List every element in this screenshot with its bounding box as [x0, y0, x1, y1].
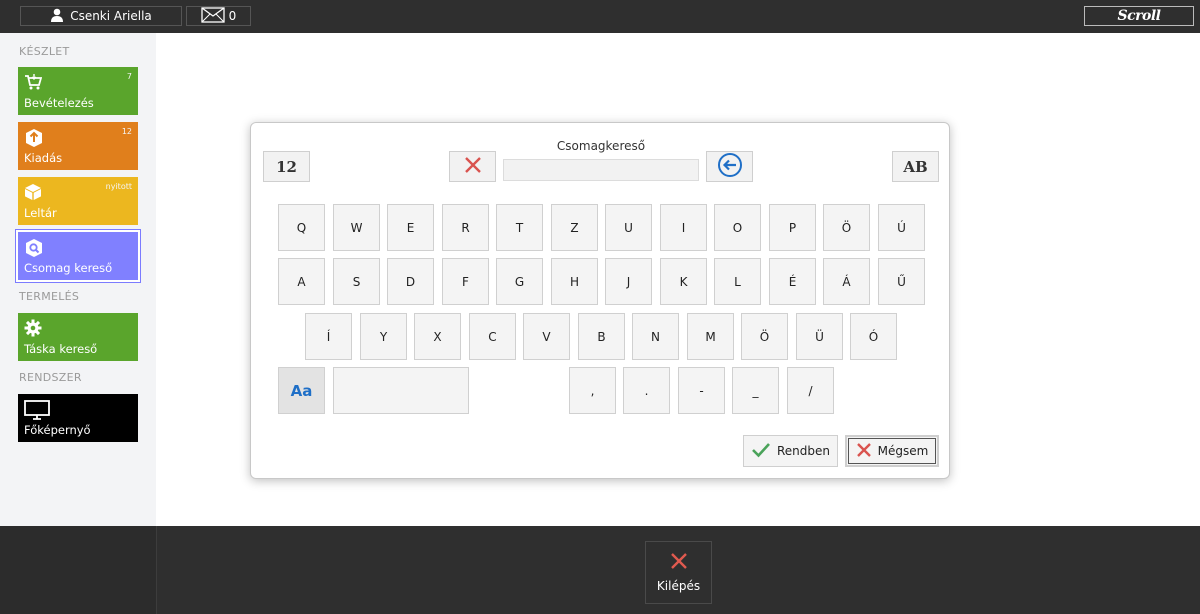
- key[interactable]: H: [551, 258, 598, 305]
- key[interactable]: K: [660, 258, 707, 305]
- key[interactable]: B: [578, 313, 625, 360]
- key[interactable]: -: [678, 367, 725, 414]
- case-toggle-key[interactable]: Aa: [278, 367, 325, 414]
- gear-icon: [24, 319, 42, 337]
- sidebar-tile-fokepernyo[interactable]: Főképernyő: [18, 394, 138, 442]
- key[interactable]: T: [496, 204, 543, 251]
- sidebar-tile-kiadas[interactable]: 12 Kiadás: [18, 122, 138, 170]
- numeric-mode-button[interactable]: 12: [263, 151, 310, 182]
- tile-badge: nyitott: [105, 182, 132, 191]
- close-icon: [856, 442, 872, 461]
- user-icon: [50, 8, 64, 25]
- sidebar-tile-leltar[interactable]: nyitott Leltár: [18, 177, 138, 225]
- tile-label: Bevételezés: [24, 96, 94, 110]
- key[interactable]: Ü: [796, 313, 843, 360]
- logo-text: Scroll: [1117, 8, 1162, 24]
- key[interactable]: L: [714, 258, 761, 305]
- key[interactable]: Ö: [823, 204, 870, 251]
- key[interactable]: V: [523, 313, 570, 360]
- cart-icon: [24, 73, 43, 91]
- tile-label: Leltár: [24, 206, 57, 220]
- user-button[interactable]: Csenki Ariella: [20, 6, 182, 26]
- checkmark-icon: [751, 442, 771, 461]
- sidebar: KÉSZLET 7 Bevételezés 12 Kiadás nyitott …: [0, 33, 156, 526]
- ok-label: Rendben: [776, 444, 830, 458]
- alpha-mode-button[interactable]: AB: [892, 151, 939, 182]
- key[interactable]: A: [278, 258, 325, 305]
- tile-label: Főképernyő: [24, 423, 91, 437]
- key[interactable]: Á: [823, 258, 870, 305]
- package-search-dialog: Csomagkereső 12 AB Q W E R T Z U I O P Ö…: [250, 122, 950, 479]
- key[interactable]: C: [469, 313, 516, 360]
- key[interactable]: G: [496, 258, 543, 305]
- box-up-icon: [24, 128, 42, 147]
- key[interactable]: M: [687, 313, 734, 360]
- sidebar-tile-csomag-kereso[interactable]: Csomag kereső: [16, 230, 140, 282]
- cancel-button[interactable]: Mégsem: [845, 435, 939, 467]
- search-input[interactable]: [503, 159, 699, 181]
- monitor-icon: [24, 400, 50, 420]
- key[interactable]: Í: [305, 313, 352, 360]
- tile-badge: 7: [126, 72, 132, 81]
- key[interactable]: E: [387, 204, 434, 251]
- messages-button[interactable]: 0: [186, 6, 251, 26]
- key[interactable]: _: [732, 367, 779, 414]
- tile-label: Csomag kereső: [24, 261, 113, 275]
- backspace-button[interactable]: [706, 151, 753, 182]
- sidebar-tile-taska-kereso[interactable]: Táska kereső: [18, 313, 138, 361]
- key[interactable]: F: [442, 258, 489, 305]
- key[interactable]: Y: [360, 313, 407, 360]
- footer-bar: Kilépés: [0, 526, 1200, 614]
- key[interactable]: W: [333, 204, 380, 251]
- key[interactable]: ,: [569, 367, 616, 414]
- key[interactable]: Ó: [850, 313, 897, 360]
- key[interactable]: P: [769, 204, 816, 251]
- envelope-icon: [201, 6, 225, 26]
- key[interactable]: I: [660, 204, 707, 251]
- key[interactable]: Z: [551, 204, 598, 251]
- section-label-termeles: TERMELÉS: [19, 290, 80, 303]
- top-bar: Csenki Ariella 0 Scroll: [0, 0, 1200, 33]
- box-search-icon: [24, 238, 42, 257]
- dialog-title: Csomagkereső: [556, 139, 646, 153]
- tile-label: Kiadás: [24, 151, 63, 165]
- user-name: Csenki Ariella: [70, 9, 152, 23]
- key[interactable]: R: [442, 204, 489, 251]
- key[interactable]: U: [605, 204, 652, 251]
- exit-label: Kilépés: [656, 579, 701, 593]
- close-icon: [670, 552, 688, 573]
- key[interactable]: Ö: [741, 313, 788, 360]
- key[interactable]: X: [414, 313, 461, 360]
- section-label-rendszer: RENDSZER: [19, 371, 82, 384]
- message-count: 0: [228, 9, 237, 23]
- sidebar-tile-bevetelezes[interactable]: 7 Bevételezés: [18, 67, 138, 115]
- key[interactable]: Ú: [878, 204, 925, 251]
- exit-button[interactable]: Kilépés: [645, 541, 712, 604]
- ok-button[interactable]: Rendben: [743, 435, 838, 467]
- space-key[interactable]: [333, 367, 469, 414]
- tile-badge: 12: [121, 127, 132, 136]
- key[interactable]: S: [333, 258, 380, 305]
- box-icon: [24, 183, 42, 201]
- section-label-keszlet: KÉSZLET: [19, 45, 70, 58]
- footer-left-panel: [0, 526, 157, 614]
- key[interactable]: Q: [278, 204, 325, 251]
- key[interactable]: .: [623, 367, 670, 414]
- key[interactable]: É: [769, 258, 816, 305]
- close-icon: [464, 156, 482, 178]
- clear-button[interactable]: [449, 151, 496, 182]
- scroll-logo: Scroll: [1084, 6, 1194, 26]
- key[interactable]: J: [605, 258, 652, 305]
- key[interactable]: /: [787, 367, 834, 414]
- cancel-label: Mégsem: [877, 444, 929, 458]
- key[interactable]: Ű: [878, 258, 925, 305]
- key[interactable]: N: [632, 313, 679, 360]
- arrow-left-icon: [717, 152, 743, 182]
- key[interactable]: D: [387, 258, 434, 305]
- key[interactable]: O: [714, 204, 761, 251]
- tile-label: Táska kereső: [24, 342, 98, 356]
